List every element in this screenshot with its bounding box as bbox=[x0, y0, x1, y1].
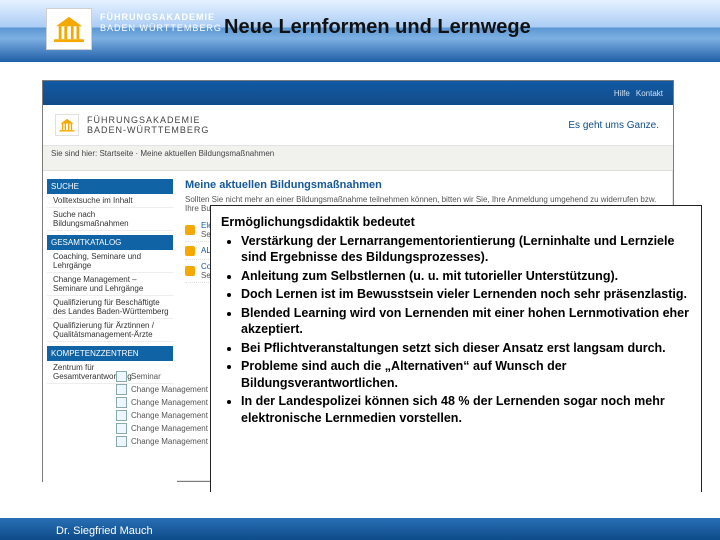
overlay-bullet: Verstärkung der Lernarrangementorientier… bbox=[241, 233, 691, 266]
top-link-contact[interactable]: Kontakt bbox=[636, 89, 663, 98]
sb-item[interactable]: Coaching, Seminare und Lehrgänge bbox=[47, 250, 173, 273]
sb-head-search: SUCHE bbox=[47, 179, 173, 194]
overlay-list: Verstärkung der Lernarrangementorientier… bbox=[221, 233, 691, 427]
course-icon bbox=[185, 266, 195, 276]
top-link-help[interactable]: Hilfe bbox=[614, 89, 630, 98]
footer-white bbox=[0, 492, 720, 518]
overlay-bullet: Doch Lernen ist im Bewusstsein vieler Le… bbox=[241, 286, 691, 303]
sb-item[interactable]: Suche nach Bildungsmaßnahmen bbox=[47, 208, 173, 231]
overlay-bullet: Bei Pflichtveranstaltungen setzt sich di… bbox=[241, 340, 691, 357]
sb-item[interactable]: Volltextsuche im Inhalt bbox=[47, 194, 173, 208]
overlay-bullet: In der Landespolizei können sich 48 % de… bbox=[241, 393, 691, 426]
overlay-bullet: Blended Learning wird von Lernenden mit … bbox=[241, 305, 691, 338]
overlay-box: Ermöglichungsdidaktik bedeutet Verstärku… bbox=[210, 205, 702, 513]
portal-brand-row: FÜHRUNGSAKADEMIE BADEN-WÜRTTEMBERG Es ge… bbox=[43, 105, 673, 146]
sb-item[interactable]: Qualifizierung für Beschäftigte des Land… bbox=[47, 296, 173, 319]
portal-topbar: Hilfe Kontakt bbox=[43, 81, 673, 105]
portal-logo bbox=[55, 114, 79, 136]
sb-head-centers: KOMPETENZZENTREN bbox=[47, 346, 173, 361]
brand-text: FÜHRUNGSAKADEMIE BADEN WÜRTTEMBERG bbox=[100, 12, 222, 34]
overlay-heading: Ermöglichungsdidaktik bedeutet bbox=[221, 214, 691, 231]
brand-line2: BADEN WÜRTTEMBERG bbox=[100, 23, 222, 34]
sb-item[interactable]: Change Management – Seminare und Lehrgän… bbox=[47, 273, 173, 296]
sb-head-catalog: GESAMTKATALOG bbox=[47, 235, 173, 250]
brand-line1: FÜHRUNGSAKADEMIE bbox=[100, 12, 222, 23]
portal-tagline: Es geht ums Ganze. bbox=[568, 120, 673, 131]
portal-brand-text: FÜHRUNGSAKADEMIE BADEN-WÜRTTEMBERG bbox=[87, 115, 209, 135]
course-icon bbox=[185, 225, 195, 235]
breadcrumb: Sie sind hier: Startseite · Meine aktuel… bbox=[43, 146, 673, 171]
logo bbox=[46, 8, 92, 50]
overlay-bullet: Probleme sind auch die „Alternativen“ au… bbox=[241, 358, 691, 391]
sb-item[interactable]: Qualifizierung für Ärztinnen / Qualitäts… bbox=[47, 319, 173, 342]
page-title: Neue Lernformen und Lernwege bbox=[224, 16, 531, 39]
author-label: Dr. Siegfried Mauch bbox=[56, 525, 153, 537]
course-icon bbox=[185, 246, 195, 256]
portal-page-title: Meine aktuellen Bildungsmaßnahmen bbox=[185, 179, 665, 191]
overlay-bullet: Anleitung zum Selbstlernen (u. u. mit tu… bbox=[241, 268, 691, 285]
